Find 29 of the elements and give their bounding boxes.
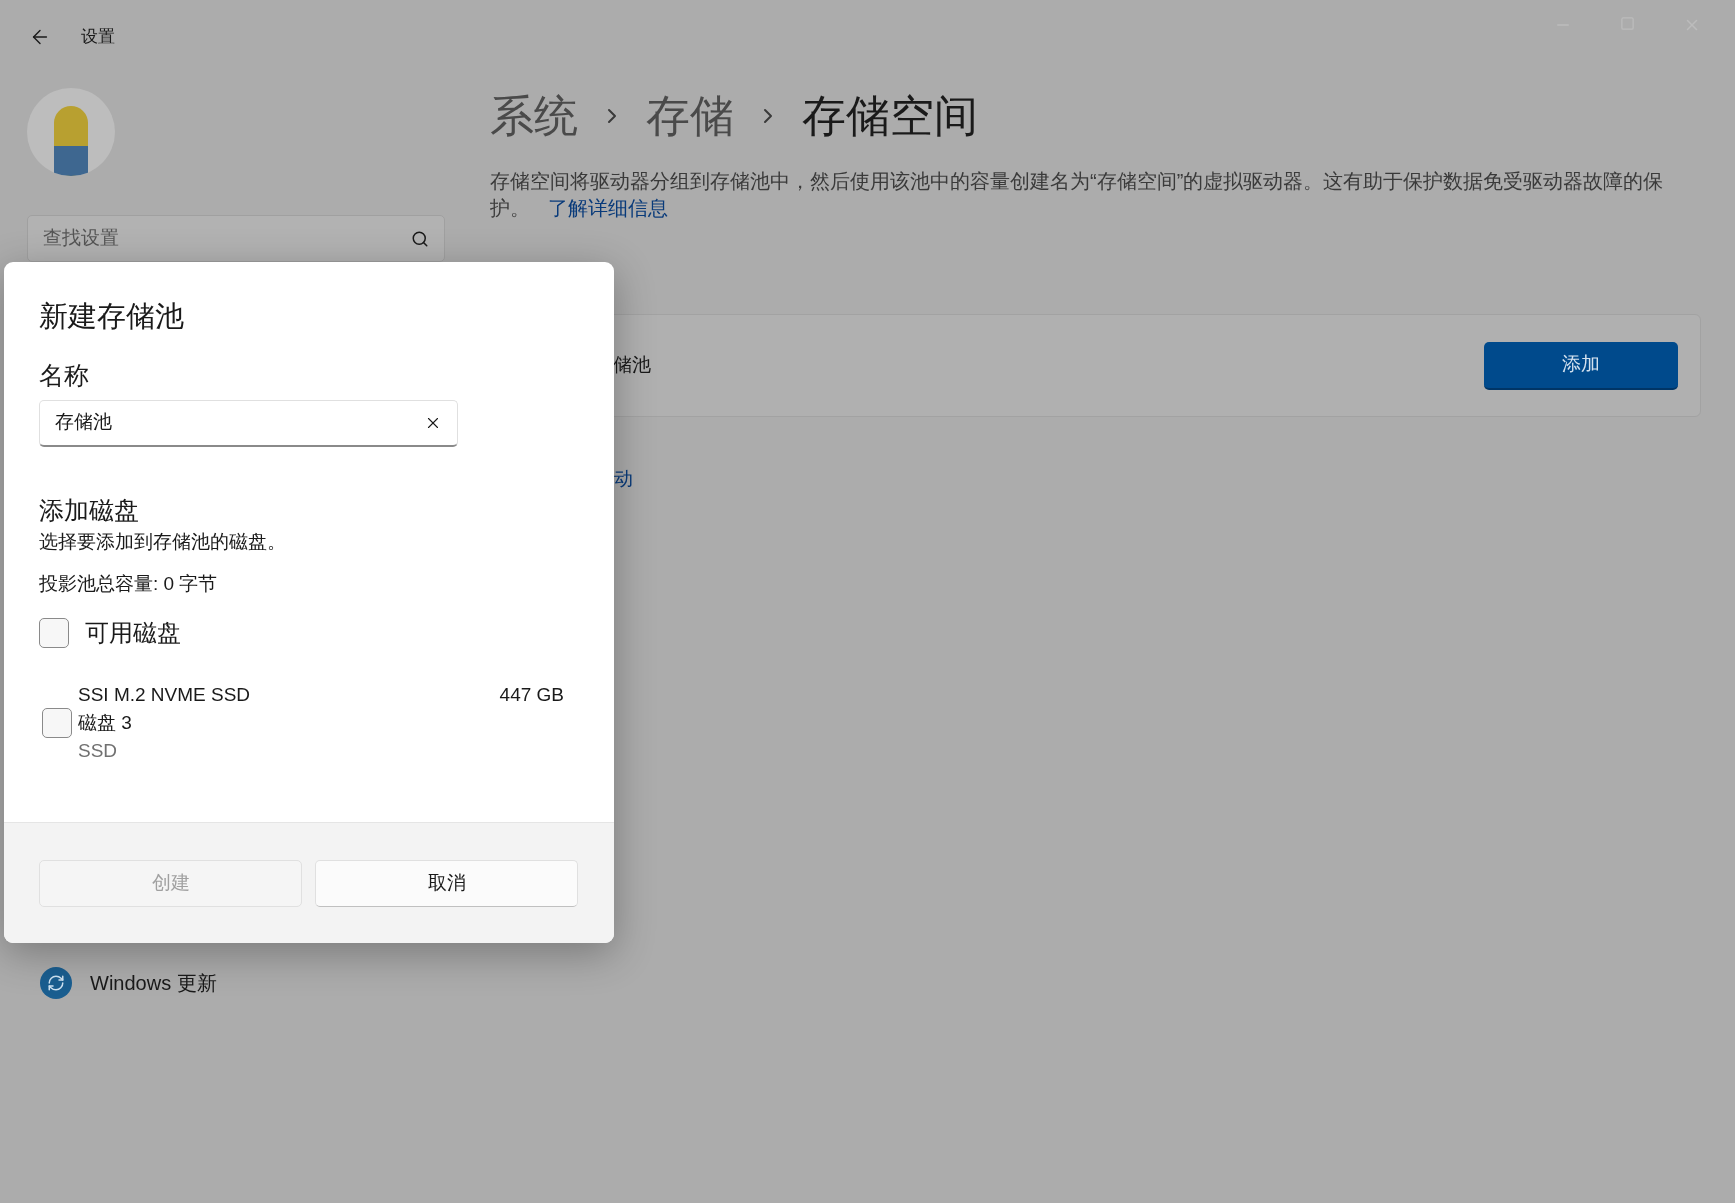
update-icon bbox=[40, 967, 72, 999]
section-description: 选择要添加到存储池的磁盘。 bbox=[39, 529, 287, 554]
name-field[interactable]: 存储池 bbox=[39, 399, 458, 447]
card-label: 储池 bbox=[613, 353, 651, 378]
window-title: 设置 bbox=[81, 26, 115, 49]
search-input[interactable]: 查找设置 bbox=[43, 224, 343, 253]
nav-item[interactable]: Windows 更新 bbox=[27, 959, 445, 1007]
search-field[interactable]: 查找设置 bbox=[27, 215, 445, 262]
add-button[interactable]: 添加 bbox=[1484, 341, 1678, 390]
breadcrumb-item[interactable]: 系统 bbox=[490, 94, 578, 138]
disk-number: 磁盘 3 bbox=[78, 710, 133, 735]
description: 存储空间将驱动器分组到存储池中，然后使用该池中的容量创建名为“存储空间”的虚拟驱动器。这有助于保护数据免受驱动器故障的保护。 了解详细信息 bbox=[490, 169, 1665, 221]
learn-more-link[interactable]: 了解详细信息 bbox=[548, 197, 668, 219]
breadcrumb-item[interactable]: 存储 bbox=[646, 94, 734, 138]
breadcrumb-item: 存储空间 bbox=[802, 94, 978, 138]
dialog-title: 新建存储池 bbox=[39, 299, 185, 334]
partial-link[interactable]: 动 bbox=[614, 468, 633, 489]
disk-name: SSI M.2 NVME SSD bbox=[78, 682, 252, 707]
search-icon bbox=[411, 229, 429, 248]
name-label: 名称 bbox=[39, 360, 90, 392]
select-all-label: 可用磁盘 bbox=[85, 617, 181, 648]
disk-checkbox[interactable] bbox=[42, 707, 72, 738]
name-input[interactable]: 存储池 bbox=[55, 408, 355, 437]
disk-size: 447 GB bbox=[499, 682, 564, 707]
select-all-checkbox[interactable] bbox=[39, 617, 69, 648]
capacity-text: 投影池总容量: 0 字节 bbox=[39, 572, 219, 597]
disk-type: SSD bbox=[78, 738, 119, 763]
dialog-button[interactable]: 取消 bbox=[315, 860, 578, 907]
section-title: 添加磁盘 bbox=[39, 494, 140, 526]
